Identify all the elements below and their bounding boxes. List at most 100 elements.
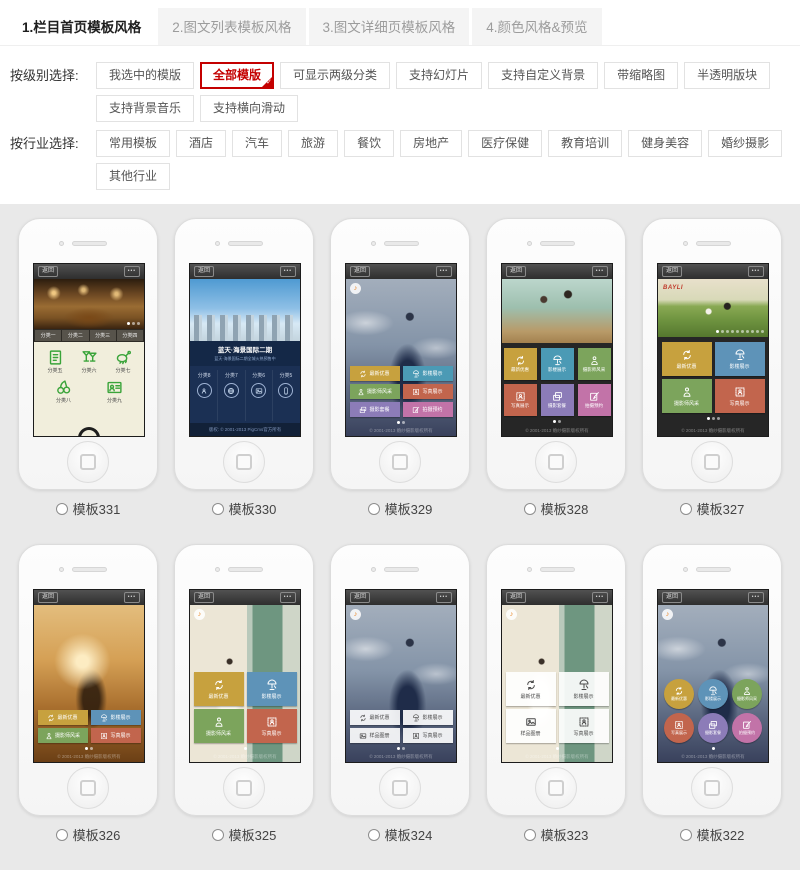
pagination-dot: [127, 322, 130, 325]
filter-option[interactable]: 支持幻灯片: [396, 62, 482, 89]
pagination-dot: [736, 330, 739, 333]
menu-tile: 摄影师风采: [732, 679, 762, 709]
pagination-dot: [741, 330, 744, 333]
home-button[interactable]: [535, 767, 577, 809]
template-radio[interactable]: [212, 829, 224, 841]
template-cell: 返回•••♪最新优惠影楼展示摄影师风采写真展示© 2001-2013 婚纱摄影版…: [166, 544, 322, 844]
template-cell: 返回•••最新优惠影楼展示摄影师风采写真展示© 2001-2013 婚纱摄影版权…: [10, 544, 166, 844]
filter-option[interactable]: 健身美容: [628, 130, 702, 157]
home-button[interactable]: [379, 441, 421, 483]
home-button[interactable]: [67, 441, 109, 483]
home-button[interactable]: [535, 441, 577, 483]
copyright: © 2001-2013 婚纱摄影版权所有: [502, 428, 612, 434]
template-phone[interactable]: 返回•••♪最新优惠影楼展示摄影师风采写真展示© 2001-2013 婚纱摄影版…: [174, 544, 314, 816]
filter-option[interactable]: 半透明版块: [684, 62, 770, 89]
template-caption: 模板331: [56, 499, 121, 518]
template-radio[interactable]: [680, 503, 692, 515]
filter-option[interactable]: 支持横向滑动: [200, 95, 298, 122]
hero-image: [502, 279, 612, 343]
template-phone[interactable]: 返回•••♪最新优惠影楼展示样品图册写真展示© 2001-2013 婚纱摄影版权…: [486, 544, 626, 816]
template-phone[interactable]: 返回•••♪最新优惠影楼展示摄影师风采写真展示摄影套餐拍摄预约© 2001-20…: [330, 218, 470, 490]
speaker-slot: [228, 567, 263, 572]
filter-option[interactable]: 汽车: [232, 130, 282, 157]
camera-icon: [527, 567, 532, 572]
filter-option[interactable]: 医疗保健: [468, 130, 542, 157]
filter-option[interactable]: 带缩略图: [604, 62, 678, 89]
filter-option[interactable]: 旅游: [288, 130, 338, 157]
home-button[interactable]: [379, 767, 421, 809]
tab-4[interactable]: 4.颜色风格&预览: [472, 8, 601, 45]
template-phone[interactable]: 返回•••最新优惠影楼展示摄影师风采写真展示© 2001-2013 婚纱摄影版权…: [18, 544, 158, 816]
hero-image: BAYLI: [658, 279, 768, 337]
phone-screen-body: 最新优惠影楼展示摄影师风采写真展示© 2001-2013 婚纱摄影版权所有: [34, 605, 144, 762]
phone-screen: 返回•••最新优惠影楼展示摄影师风采写真展示© 2001-2013 婚纱摄影版权…: [33, 589, 145, 763]
template-caption: 模板322: [680, 825, 745, 844]
home-button[interactable]: [223, 767, 265, 809]
category-item: 分类五: [40, 349, 71, 374]
template-caption: 模板324: [368, 825, 433, 844]
filter-option[interactable]: 可显示两级分类: [280, 62, 390, 89]
tile-label: 最新优惠: [369, 714, 389, 721]
template-radio[interactable]: [524, 829, 536, 841]
tile-menu-zone: 最新优惠影楼展示摄影师风采写真展示摄影套餐拍摄预约: [502, 343, 612, 436]
filter-option[interactable]: 支持自定义背景: [488, 62, 598, 89]
tab-3[interactable]: 3.图文详细页模板风格: [309, 8, 470, 45]
template-phone[interactable]: 返回•••分类一分类二分类三分类四分类五分类六分类七分类八分类九: [18, 218, 158, 490]
filter-option[interactable]: 我选中的模版: [96, 62, 194, 89]
template-phone[interactable]: 返回•••最新优惠影楼展示摄影师风采写真展示摄影套餐拍摄预约© 2001-201…: [486, 218, 626, 490]
menu-tile: 摄影套餐: [698, 713, 728, 743]
filter-option[interactable]: 支持背景音乐: [96, 95, 194, 122]
home-button[interactable]: [67, 767, 109, 809]
tile-menu-zone: 最新优惠影楼展示摄影师风采写真展示摄影套餐拍摄预约: [346, 366, 456, 424]
filter-option[interactable]: 常用模板: [96, 130, 170, 157]
category-nav-item: 分类一: [35, 330, 61, 341]
stamp-icon: [412, 388, 420, 396]
speaker-slot: [540, 241, 575, 246]
tab-1[interactable]: 1.栏目首页模板风格: [8, 8, 155, 45]
template-phone[interactable]: 返回•••BAYLI最新优惠影楼展示摄影师风采写真展示© 2001-2013 婚…: [642, 218, 782, 490]
refresh-icon: [515, 355, 526, 366]
template-phone[interactable]: 返回•••♪最新优惠影楼展示样品图册写真展示© 2001-2013 婚纱摄影版权…: [330, 544, 470, 816]
home-button[interactable]: [691, 441, 733, 483]
copyright: © 2001-2013 婚纱摄影版权所有: [34, 754, 144, 760]
nav-column: 分类5: [273, 370, 299, 421]
picture-icon: [255, 387, 263, 395]
nav-column: 分类8: [191, 370, 218, 421]
menu-tile: 影楼展示: [247, 672, 297, 706]
phone-screen-header: 返回•••: [658, 264, 768, 279]
tile-label: 最新优惠: [671, 696, 687, 702]
template-radio[interactable]: [56, 503, 68, 515]
pagination-dots: [712, 747, 715, 750]
filter-option[interactable]: 其他行业: [96, 163, 170, 190]
more-menu-icon: •••: [280, 592, 296, 603]
category-item: 分类八: [48, 379, 79, 404]
home-button[interactable]: [223, 441, 265, 483]
template-radio[interactable]: [524, 503, 536, 515]
filter-option[interactable]: 餐饮: [344, 130, 394, 157]
home-button[interactable]: [691, 767, 733, 809]
filter-option[interactable]: 婚纱摄影: [708, 130, 782, 157]
brand-logo: BAYLI: [663, 285, 683, 291]
template-radio[interactable]: [368, 503, 380, 515]
template-radio[interactable]: [212, 503, 224, 515]
phone-screen-body: 蓝天·海景国际二期蓝天·海景国际二期全城火热预售中分类8分类7分类6分类5版权:…: [190, 279, 300, 436]
more-menu-icon: •••: [124, 592, 140, 603]
filter-option[interactable]: 全部模版: [200, 62, 274, 89]
filter-option[interactable]: 房地产: [400, 130, 462, 157]
camera-icon: [215, 567, 220, 572]
template-phone[interactable]: 返回•••蓝天·海景国际二期蓝天·海景国际二期全城火热预售中分类8分类7分类6分…: [174, 218, 314, 490]
template-radio[interactable]: [368, 829, 380, 841]
tile-label: 最新优惠: [57, 714, 77, 721]
tile-label: 最新优惠: [676, 363, 696, 370]
filter-option[interactable]: 酒店: [176, 130, 226, 157]
nav-column: 分类6: [246, 370, 273, 421]
menu-tile: 写真展示: [247, 709, 297, 743]
template-phone[interactable]: 返回•••♪最新优惠影楼展示摄影师风采写真展示摄影套餐拍摄预约© 2001-20…: [642, 544, 782, 816]
template-radio[interactable]: [680, 829, 692, 841]
tab-2[interactable]: 2.图文列表模板风格: [158, 8, 305, 45]
filter-option[interactable]: 教育培训: [548, 130, 622, 157]
menu-tile: 拍摄预约: [578, 384, 611, 416]
template-radio[interactable]: [56, 829, 68, 841]
template-name: 模板328: [541, 499, 589, 518]
filter-industry-label: 按行业选择:: [10, 130, 96, 157]
